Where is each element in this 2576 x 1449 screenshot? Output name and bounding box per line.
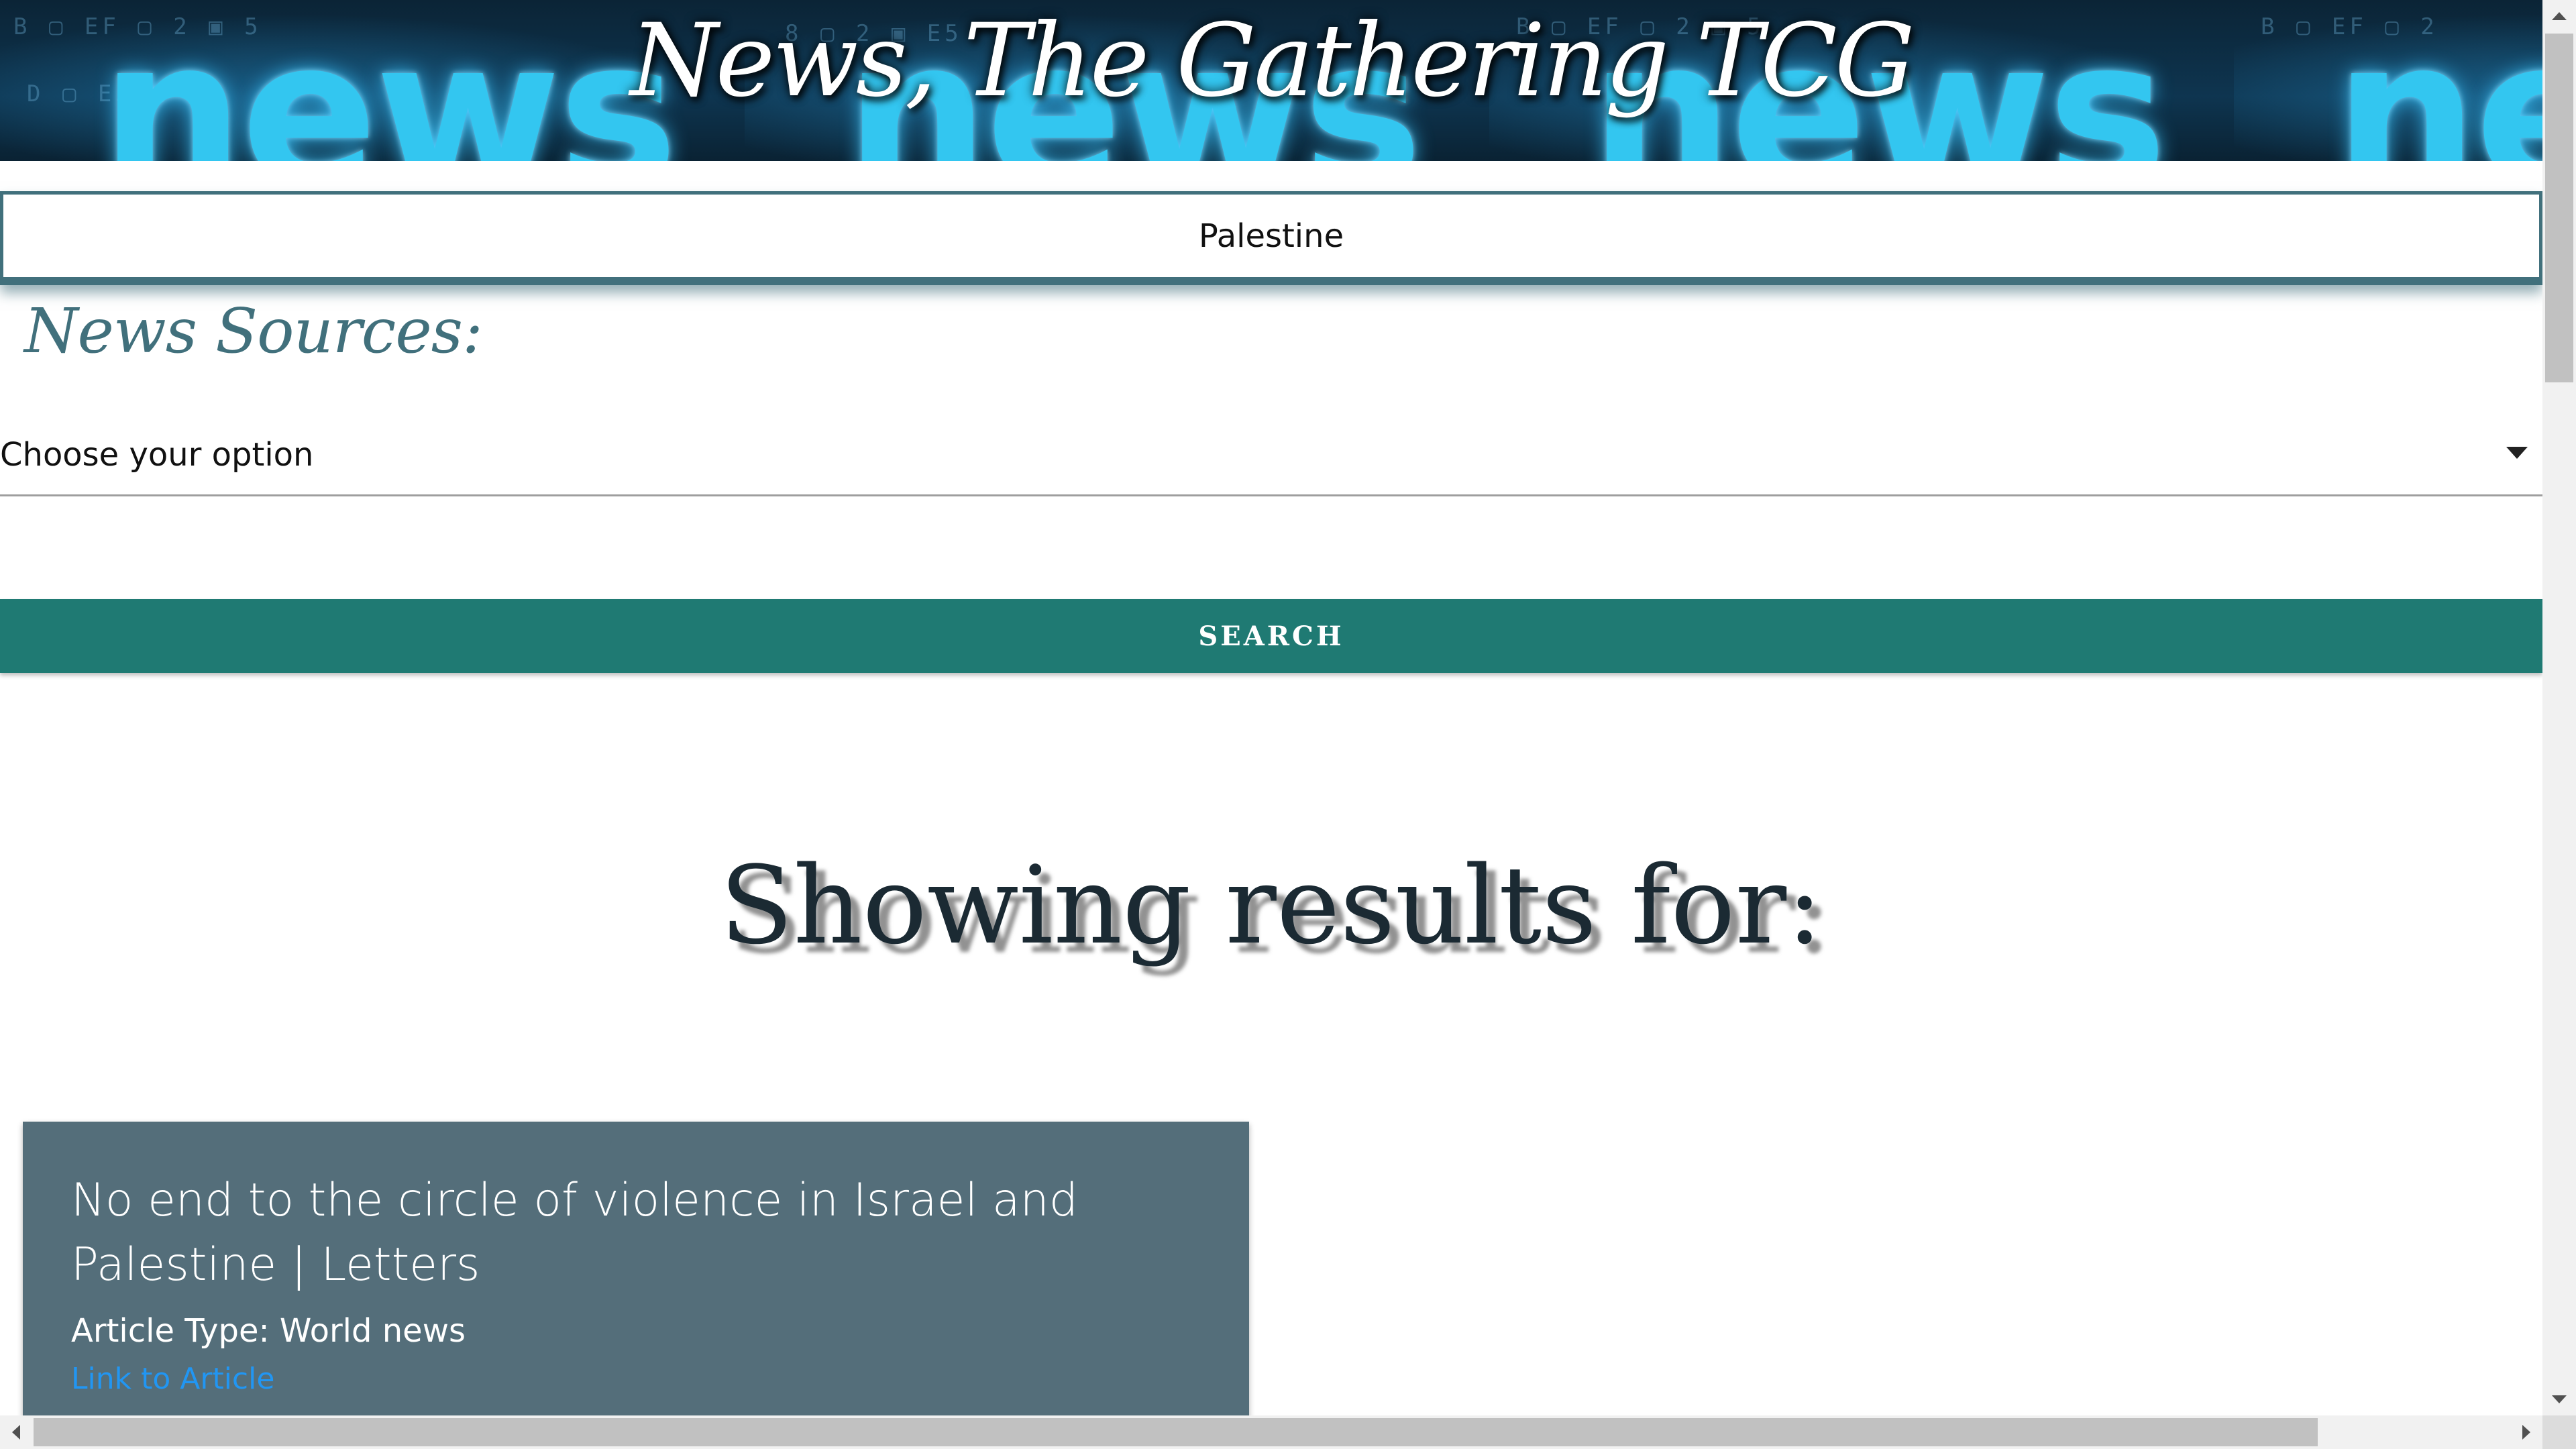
vertical-scrollbar[interactable]: [2542, 0, 2576, 1415]
scroll-up-arrow-icon[interactable]: [2552, 12, 2567, 20]
scrollbar-corner: [2542, 1415, 2576, 1449]
scroll-right-arrow-icon[interactable]: [2522, 1425, 2530, 1440]
scroll-left-arrow-icon[interactable]: [12, 1425, 20, 1440]
vertical-scroll-thumb[interactable]: [2545, 34, 2573, 382]
select-value: Choose your option: [0, 436, 314, 474]
results-heading: Showing results for:: [719, 843, 1823, 968]
horizontal-scroll-thumb[interactable]: [34, 1418, 2318, 1446]
news-source-select[interactable]: Choose your option: [0, 416, 2542, 496]
article-type: Article Type: World news: [71, 1312, 466, 1350]
news-sources-label: News Sources:: [24, 295, 483, 367]
header-banner: B ▢ EF ▢ 2 ▣ 5 D ▢ E5 ▢ D8 news 8 ▢ 2 ▣ …: [0, 0, 2542, 161]
article-link[interactable]: Link to Article: [71, 1362, 274, 1396]
scroll-down-arrow-icon[interactable]: [2552, 1395, 2567, 1403]
search-button[interactable]: SEARCH: [0, 599, 2542, 673]
horizontal-scrollbar[interactable]: [0, 1415, 2542, 1449]
dropdown-caret-icon: [2506, 447, 2528, 459]
article-title: No end to the circle of violence in Isra…: [71, 1174, 1078, 1291]
page-viewport: B ▢ EF ▢ 2 ▣ 5 D ▢ E5 ▢ D8 news 8 ▢ 2 ▣ …: [0, 0, 2542, 1415]
search-input[interactable]: [3, 195, 2539, 277]
site-title: News, The Gathering TCG: [630, 3, 1915, 119]
article-card: No end to the circle of violence in Isra…: [23, 1122, 1249, 1415]
search-box: [0, 191, 2542, 285]
